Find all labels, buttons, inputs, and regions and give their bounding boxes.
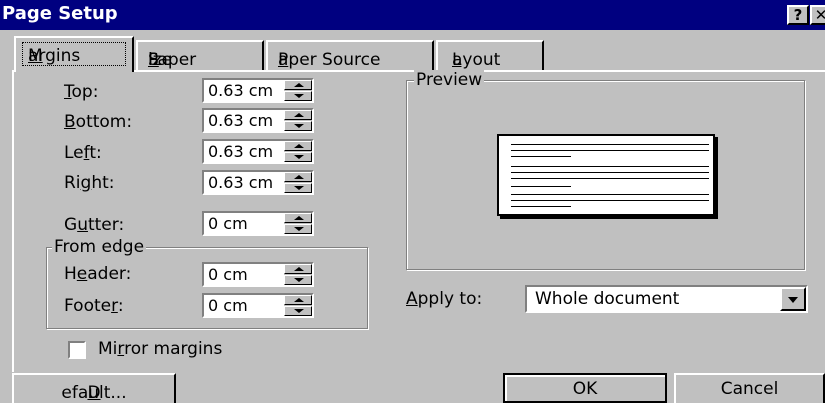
right-spinner[interactable] bbox=[284, 172, 312, 193]
dialog-title: Page Setup bbox=[2, 3, 118, 24]
footer-input[interactable]: 0 cm bbox=[202, 293, 314, 318]
tab-layout[interactable]: Layout bbox=[436, 40, 544, 70]
preview-caption: Preview bbox=[414, 70, 485, 90]
spin-up-icon[interactable] bbox=[284, 172, 312, 182]
spin-down-icon[interactable] bbox=[284, 121, 312, 131]
close-button[interactable]: ✕ bbox=[810, 5, 825, 25]
spin-up-icon[interactable] bbox=[284, 141, 312, 151]
gutter-input[interactable]: 0 cm bbox=[202, 211, 314, 236]
spin-down-icon[interactable] bbox=[284, 306, 312, 316]
spin-down-icon[interactable] bbox=[284, 224, 312, 234]
top-spinner[interactable] bbox=[284, 80, 312, 101]
left-label: Left: bbox=[64, 143, 102, 163]
header-spinner[interactable] bbox=[284, 264, 312, 285]
right-margin-input[interactable]: 0.63 cm bbox=[202, 170, 314, 195]
title-bar: Page Setup ? ✕ bbox=[0, 0, 825, 30]
from-edge-caption: From edge bbox=[52, 237, 147, 257]
apply-to-label: Apply to: bbox=[406, 289, 483, 309]
right-label: Right: bbox=[64, 173, 115, 193]
spin-down-icon[interactable] bbox=[284, 275, 312, 285]
header-input[interactable]: 0 cm bbox=[202, 262, 314, 287]
spin-up-icon[interactable] bbox=[284, 80, 312, 90]
help-icon: ? bbox=[793, 6, 803, 24]
footer-spinner[interactable] bbox=[284, 295, 312, 316]
bottom-spinner[interactable] bbox=[284, 110, 312, 131]
left-spinner[interactable] bbox=[284, 141, 312, 162]
page-setup-dialog: Page Setup ? ✕ Margins Paper Size Paper … bbox=[0, 0, 825, 403]
bottom-label: Bottom: bbox=[64, 112, 133, 132]
spin-up-icon[interactable] bbox=[284, 295, 312, 305]
spin-up-icon[interactable] bbox=[284, 264, 312, 274]
mirror-margins-label: Mirror margins bbox=[98, 339, 223, 359]
mirror-margins-checkbox[interactable] bbox=[68, 341, 86, 359]
close-icon: ✕ bbox=[814, 6, 825, 24]
spin-up-icon[interactable] bbox=[284, 110, 312, 120]
tab-paper-size[interactable]: Paper Size bbox=[136, 40, 264, 70]
tab-margins[interactable]: Margins bbox=[14, 36, 134, 72]
spin-down-icon[interactable] bbox=[284, 91, 312, 101]
apply-to-select[interactable]: Whole document bbox=[525, 285, 808, 313]
help-button[interactable]: ? bbox=[787, 5, 809, 25]
tab-paper-source[interactable]: Paper Source bbox=[266, 40, 434, 70]
ok-button[interactable]: OK bbox=[503, 373, 667, 403]
top-margin-input[interactable]: 0.63 cm bbox=[202, 78, 314, 103]
spin-down-icon[interactable] bbox=[284, 152, 312, 162]
bottom-margin-input[interactable]: 0.63 cm bbox=[202, 108, 314, 133]
spin-up-icon[interactable] bbox=[284, 213, 312, 223]
top-label: Top: bbox=[64, 82, 99, 102]
chevron-down-icon[interactable] bbox=[780, 287, 806, 311]
spin-down-icon[interactable] bbox=[284, 183, 312, 193]
gutter-label: Gutter: bbox=[64, 215, 125, 235]
page-preview-icon bbox=[497, 134, 715, 216]
header-label: Header: bbox=[64, 264, 132, 284]
gutter-spinner[interactable] bbox=[284, 213, 312, 234]
footer-label: Footer: bbox=[64, 296, 124, 316]
cancel-button[interactable]: Cancel bbox=[674, 373, 825, 403]
default-button[interactable]: Default... bbox=[12, 373, 176, 403]
left-margin-input[interactable]: 0.63 cm bbox=[202, 139, 314, 164]
